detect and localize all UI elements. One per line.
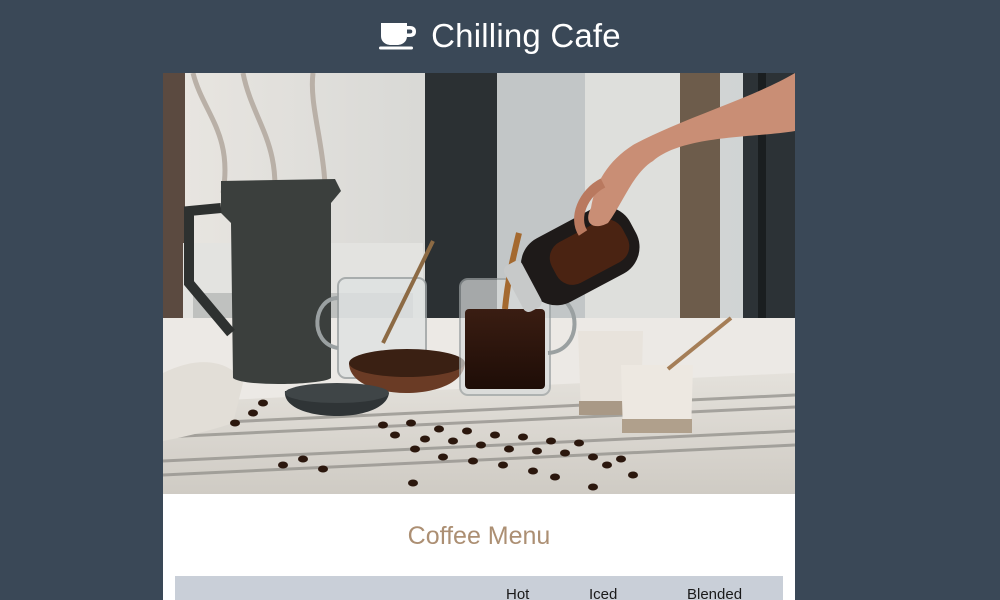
content-card: Coffee Menu Hot Iced Blended [163,73,795,600]
column-header-hot: Hot [506,586,530,600]
hero-image [163,73,795,494]
column-header-iced: Iced [589,586,618,600]
menu-title: Coffee Menu [407,522,551,550]
site-title: Chilling Cafe [431,17,621,54]
menu-table-header: Hot Iced Blended [175,576,783,600]
site-header: Chilling Cafe [0,0,1000,72]
brand: Chilling Cafe [379,17,621,55]
coffee-cup-icon [379,22,417,50]
column-header-blended: Blended [687,586,743,600]
